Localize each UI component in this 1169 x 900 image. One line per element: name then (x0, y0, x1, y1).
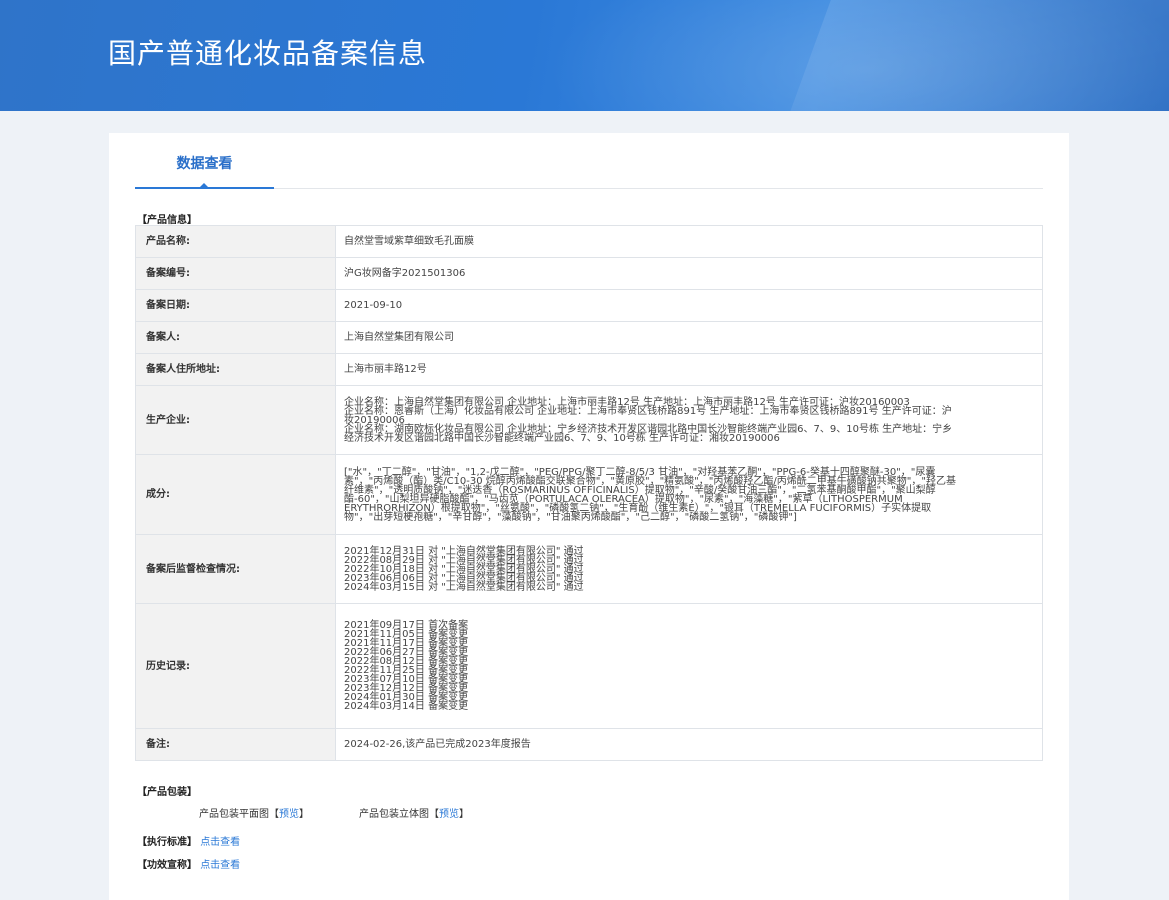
manufacturer-line: 经济技术开发区谐园北路中国长沙智能终端产业园6、7、9、10号栋 生产许可证：湘… (344, 432, 780, 444)
packaging-flat-item: 产品包装平面图【预览】 (199, 805, 309, 820)
product-info-section-title: 【产品信息】 (137, 215, 197, 226)
table-row: 备案后监督检查情况: 2021年12月31日 对 "上海自然堂集团有限公司" 通… (135, 534, 1043, 604)
packaging-solid-label: 产品包装立体图 (359, 809, 429, 820)
standard-label: 【执行标准】 (137, 837, 197, 848)
inspection-line: 2024年03月15日 对 "上海自然堂集团有限公司" 通过 (344, 581, 584, 593)
header-banner: 国产普通化妆品备案信息 (0, 0, 1169, 111)
standard-view-link[interactable]: 点击查看 (200, 837, 240, 848)
tab-active-caret-icon (199, 183, 209, 188)
bracket-close: 】 (459, 809, 469, 820)
standard-row: 【执行标准】 点击查看 (137, 833, 240, 848)
record-date-value: 2021-09-10 (335, 289, 1043, 322)
banner-decoration (772, 0, 1169, 111)
row-label: 备案后监督检查情况: (135, 534, 336, 604)
tab-bar: 数据查看 (135, 133, 1043, 189)
ingredients-value: ["水"，"丁二醇"，"甘油"，"1,2-戊二醇"，"PEG/PPG/聚丁二醇-… (335, 454, 1043, 535)
efficacy-row: 【功效宣称】 点击查看 (137, 856, 240, 871)
bracket-open: 【 (269, 809, 279, 820)
row-label: 生产企业: (135, 385, 336, 455)
bracket-close: 】 (299, 809, 309, 820)
tab-label: 数据查看 (176, 156, 233, 172)
packaging-section-title: 【产品包装】 (137, 787, 197, 798)
product-info-table: 产品名称: 自然堂雪域紫草细致毛孔面膜 备案编号: 沪G妆网备字20215013… (135, 225, 1043, 761)
row-label: 成分: (135, 454, 336, 535)
row-label: 产品名称: (135, 225, 336, 258)
filer-address-value: 上海市丽丰路12号 (335, 353, 1043, 386)
table-row: 备注: 2024-02-26,该产品已完成2023年度报告 (135, 728, 1043, 761)
packaging-flat-preview-link[interactable]: 预览 (279, 809, 299, 820)
bracket-open: 【 (429, 809, 439, 820)
filer-value: 上海自然堂集团有限公司 (335, 321, 1043, 354)
row-label: 备案人: (135, 321, 336, 354)
content-card: 数据查看 【产品信息】 产品名称: 自然堂雪域紫草细致毛孔面膜 备案编号: 沪G… (109, 133, 1069, 900)
row-label: 备注: (135, 728, 336, 761)
table-row: 备案日期: 2021-09-10 (135, 289, 1043, 322)
row-label: 备案日期: (135, 289, 336, 322)
table-row: 备案编号: 沪G妆网备字2021501306 (135, 257, 1043, 290)
table-row: 历史记录: 2021年09月17日 首次备案 2021年11月05日 备案变更 … (135, 603, 1043, 729)
row-label: 备案编号: (135, 257, 336, 290)
record-number-value: 沪G妆网备字2021501306 (335, 257, 1043, 290)
efficacy-label: 【功效宣称】 (137, 860, 197, 871)
inspections-value: 2021年12月31日 对 "上海自然堂集团有限公司" 通过 2022年08月2… (335, 534, 1043, 604)
history-value: 2021年09月17日 首次备案 2021年11月05日 备案变更 2021年1… (335, 603, 1043, 729)
table-row: 备案人: 上海自然堂集团有限公司 (135, 321, 1043, 354)
history-line: 2024年03月14日 备案变更 (344, 701, 469, 712)
manufacturer-line: 企业名称：恩睿斯（上海）化妆品有限公司 企业地址：上海市奉贤区钱桥路891号 生… (344, 405, 952, 417)
table-row: 成分: ["水"，"丁二醇"，"甘油"，"1,2-戊二醇"，"PEG/PPG/聚… (135, 454, 1043, 535)
row-label: 历史记录: (135, 603, 336, 729)
page-title: 国产普通化妆品备案信息 (108, 37, 428, 70)
packaging-solid-item: 产品包装立体图【预览】 (359, 805, 469, 820)
table-row: 产品名称: 自然堂雪域紫草细致毛孔面膜 (135, 225, 1043, 258)
row-label: 备案人住所地址: (135, 353, 336, 386)
table-row: 生产企业: 企业名称：上海自然堂集团有限公司 企业地址：上海市丽丰路12号 生产… (135, 385, 1043, 455)
table-row: 备案人住所地址: 上海市丽丰路12号 (135, 353, 1043, 386)
tab-data-view[interactable]: 数据查看 (135, 133, 274, 189)
efficacy-view-link[interactable]: 点击查看 (200, 860, 240, 871)
ingredients-line: 物"，"出芽短梗孢糖"，"辛甘醇"，"藻酸钠"，"甘油聚丙烯酸酯"，"己二醇"，… (344, 511, 797, 523)
product-name-value: 自然堂雪域紫草细致毛孔面膜 (335, 225, 1043, 258)
manufacturer-value: 企业名称：上海自然堂集团有限公司 企业地址：上海市丽丰路12号 生产地址：上海市… (335, 385, 1043, 455)
remark-value: 2024-02-26,该产品已完成2023年度报告 (335, 728, 1043, 761)
packaging-flat-label: 产品包装平面图 (199, 809, 269, 820)
packaging-solid-preview-link[interactable]: 预览 (439, 809, 459, 820)
